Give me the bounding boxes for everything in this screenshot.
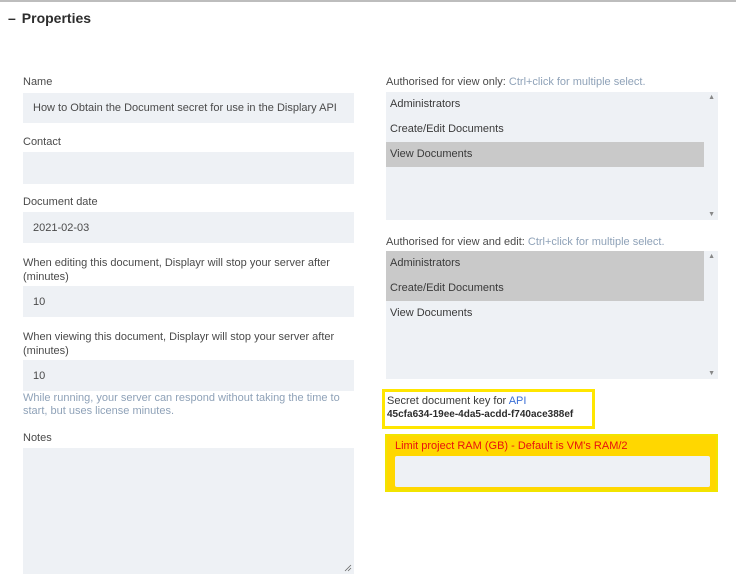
view-only-label-row: Authorised for view only: Ctrl+click for…	[386, 75, 646, 89]
api-link[interactable]: API	[509, 395, 527, 407]
scroll-down-arrow-icon[interactable]: ▼	[708, 211, 715, 218]
view-only-option-create-edit[interactable]: Create/Edit Documents	[386, 117, 704, 142]
view-only-label: Authorised for view only:	[386, 76, 506, 88]
view-timeout-label: When viewing this document, Displayr wil…	[23, 331, 335, 357]
top-divider	[0, 0, 736, 2]
secret-key-value: 45cfa634-19ee-4da5-acdd-f740ace388ef	[387, 409, 574, 420]
secret-key-label: Secret document key for	[387, 395, 507, 407]
view-edit-label-row: Authorised for view and edit: Ctrl+click…	[386, 235, 665, 249]
notes-textarea[interactable]	[23, 448, 354, 574]
secret-key-label-row: Secret document key for API	[387, 395, 590, 408]
view-edit-label: Authorised for view and edit:	[386, 236, 525, 248]
contact-input[interactable]	[23, 152, 354, 184]
name-label: Name	[23, 76, 53, 88]
view-timeout-input[interactable]: 10	[23, 360, 354, 391]
view-edit-option-view-documents[interactable]: View Documents	[386, 301, 704, 326]
document-date-input[interactable]: 2021-02-03	[23, 212, 354, 243]
view-only-option-view-documents[interactable]: View Documents	[386, 142, 704, 167]
view-edit-option-administrators[interactable]: Administrators	[386, 251, 704, 276]
resize-grip-icon[interactable]	[344, 564, 352, 572]
contact-label: Contact	[23, 136, 61, 148]
scroll-up-arrow-icon[interactable]: ▲	[708, 94, 715, 101]
scroll-up-arrow-icon[interactable]: ▲	[708, 253, 715, 260]
name-input[interactable]: How to Obtain the Document secret for us…	[23, 93, 354, 123]
scroll-down-arrow-icon[interactable]: ▼	[708, 370, 715, 377]
properties-section-header[interactable]: – Properties	[8, 10, 91, 26]
ram-limit-panel: Limit project RAM (GB) - Default is VM's…	[385, 434, 718, 492]
secret-key-highlight: Secret document key for API 45cfa634-19e…	[382, 389, 595, 429]
view-edit-hint: Ctrl+click for multiple select.	[527, 236, 665, 248]
view-only-option-administrators[interactable]: Administrators	[386, 92, 704, 117]
edit-timeout-label: When editing this document, Displayr wil…	[23, 257, 330, 283]
notes-label: Notes	[23, 432, 52, 444]
collapse-dash-icon[interactable]: –	[8, 10, 16, 26]
view-only-hint: Ctrl+click for multiple select.	[508, 76, 646, 88]
document-date-label: Document date	[23, 196, 98, 208]
view-only-listbox[interactable]: Administrators Create/Edit Documents Vie…	[386, 92, 718, 220]
view-edit-option-create-edit[interactable]: Create/Edit Documents	[386, 276, 704, 301]
server-running-hint: While running, your server can respond w…	[23, 392, 340, 417]
ram-limit-label: Limit project RAM (GB) - Default is VM's…	[395, 440, 628, 452]
section-title: Properties	[21, 10, 92, 26]
edit-timeout-input[interactable]: 10	[23, 286, 354, 317]
ram-limit-input[interactable]	[395, 456, 710, 487]
view-edit-listbox[interactable]: Administrators Create/Edit Documents Vie…	[386, 251, 718, 379]
